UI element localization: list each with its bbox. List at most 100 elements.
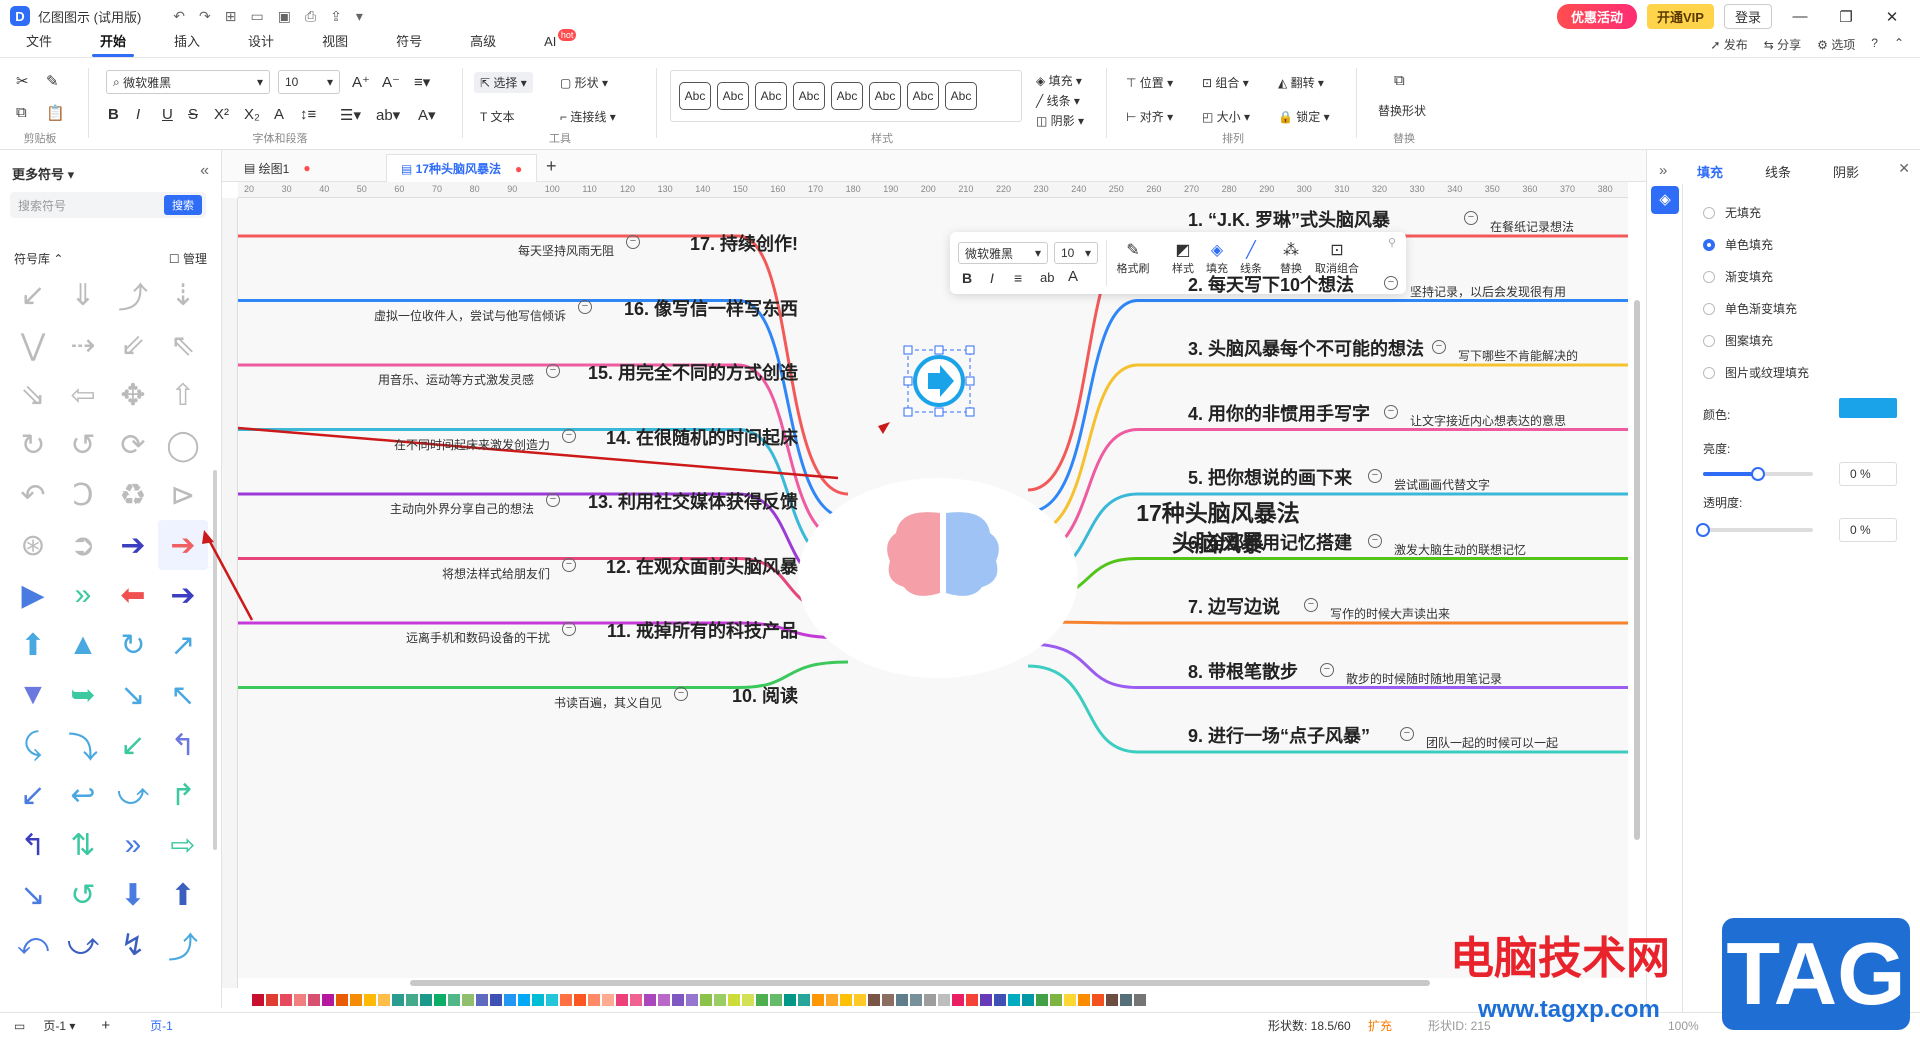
branch-note[interactable]: 将想法样式给朋友们 xyxy=(442,565,550,582)
triangle-down-symbol-icon[interactable]: ▼ xyxy=(8,670,58,720)
color-swatch[interactable] xyxy=(1036,994,1048,1006)
menu-view[interactable]: 视图 xyxy=(298,31,372,57)
arrow-symbol-icon[interactable]: ⇖ xyxy=(158,320,208,370)
color-swatch[interactable] xyxy=(406,994,418,1006)
color-swatch[interactable] xyxy=(560,994,572,1006)
color-swatch[interactable] xyxy=(896,994,908,1006)
select-tool[interactable]: ⇱ 选择 ▾ xyxy=(474,72,533,93)
new-file-icon[interactable]: ⊞ xyxy=(225,8,237,25)
turn-arrow-symbol-icon[interactable]: ↰ xyxy=(8,820,58,870)
brightness-knob[interactable] xyxy=(1751,467,1765,481)
publish-button[interactable]: ➚ 发布 xyxy=(1710,36,1747,53)
resize-handle[interactable] xyxy=(934,407,944,417)
branch-note[interactable]: 散步的时候随时随地用笔记录 xyxy=(1346,670,1502,687)
resize-handle[interactable] xyxy=(934,345,944,355)
canvas-horizontal-scrollbar[interactable] xyxy=(410,980,1430,986)
color-swatch[interactable] xyxy=(952,994,964,1006)
color-swatch[interactable] xyxy=(742,994,754,1006)
play-circle-symbol-icon[interactable]: ▶ xyxy=(8,570,58,620)
expand-link[interactable]: 扩充 xyxy=(1368,1017,1392,1034)
collapse-ribbon-icon[interactable]: ⌃ xyxy=(1894,36,1904,53)
curve-arrow-symbol-icon[interactable]: ↩ xyxy=(58,770,108,820)
curve-arrow-symbol-icon[interactable]: ↰ xyxy=(158,720,208,770)
replace-shape-button[interactable]: 替换形状 xyxy=(1378,102,1426,119)
arrow-left-symbol-icon[interactable]: ⬅ xyxy=(108,570,158,620)
curve-arrow-symbol-icon[interactable]: ↙ xyxy=(108,720,158,770)
pin-icon[interactable]: ⚲ xyxy=(1388,236,1396,249)
arrow-symbol-icon[interactable]: ⇧ xyxy=(158,370,208,420)
float-italic-icon[interactable]: I xyxy=(990,270,994,286)
tab-line[interactable]: 线条 xyxy=(1765,162,1791,181)
color-swatch[interactable] xyxy=(1092,994,1104,1006)
restore-icon[interactable]: ❐ xyxy=(1828,8,1864,26)
color-swatch[interactable] xyxy=(826,994,838,1006)
arrow-symbol-icon[interactable]: ↙ xyxy=(8,270,58,320)
size-button[interactable]: ◰ 大小 ▾ xyxy=(1202,108,1250,125)
color-swatch[interactable] xyxy=(812,994,824,1006)
branch-topic[interactable]: 14. 在很随机的时间起床 xyxy=(606,424,798,450)
color-swatch[interactable] xyxy=(1134,994,1146,1006)
close-icon[interactable]: ✕ xyxy=(1874,8,1910,26)
collapse-minus-icon[interactable]: − xyxy=(562,622,576,636)
page-list-icon[interactable]: ▭ xyxy=(14,1019,25,1033)
color-swatch[interactable] xyxy=(308,994,320,1006)
color-swatch[interactable] xyxy=(1120,994,1132,1006)
curve-arrow-symbol-icon[interactable]: ⤻ xyxy=(108,770,158,820)
color-swatch[interactable] xyxy=(1008,994,1020,1006)
brightness-input[interactable]: 0 % xyxy=(1839,462,1897,486)
vip-button[interactable]: 开通VIP xyxy=(1647,4,1714,29)
arrow-symbol-icon[interactable]: ↶ xyxy=(8,470,58,520)
color-swatch[interactable] xyxy=(518,994,530,1006)
option-gradient-fill[interactable]: 渐变填充 xyxy=(1703,268,1773,285)
connector-tool[interactable]: ⌐ 连接线 ▾ xyxy=(560,108,616,125)
curve-arrow-symbol-icon[interactable]: ⤻ xyxy=(58,920,108,970)
recycle-symbol-icon[interactable]: ♻ xyxy=(108,470,158,520)
arrow-symbol-icon[interactable]: ➔ xyxy=(108,520,158,570)
arrow-symbol-icon[interactable]: ⟳ xyxy=(108,420,158,470)
branch-topic[interactable]: 7. 边写边说 xyxy=(1188,593,1280,619)
undo-icon[interactable]: ↶ xyxy=(173,8,185,25)
branch-note[interactable]: 写作的时候大声读出来 xyxy=(1330,605,1450,622)
color-swatch[interactable] xyxy=(1064,994,1076,1006)
branch-note[interactable]: 主动向外界分享自己的想法 xyxy=(390,500,534,517)
color-swatch[interactable] xyxy=(616,994,628,1006)
open-folder-icon[interactable]: ▭ xyxy=(250,8,263,25)
superscript-icon[interactable]: X² xyxy=(214,106,229,123)
branch-topic[interactable]: 2. 每天写下10个想法 xyxy=(1188,271,1354,297)
collapse-minus-icon[interactable]: − xyxy=(674,686,688,701)
arrow-symbol-icon[interactable]: ⇣ xyxy=(158,270,208,320)
group-button[interactable]: ⊡ 组合 ▾ xyxy=(1202,74,1249,91)
collapse-panel-icon[interactable]: « xyxy=(200,162,209,180)
arrow-symbol-icon[interactable]: ⤴ xyxy=(108,270,158,320)
text-tool[interactable]: T 文本 xyxy=(480,108,514,125)
style-preset[interactable]: Abc xyxy=(679,82,711,110)
branch-topic[interactable]: 12. 在观众面前头脑风暴 xyxy=(606,553,798,579)
login-button[interactable]: 登录 xyxy=(1723,4,1772,29)
float-size-select[interactable]: 10 ▾ xyxy=(1054,242,1098,264)
redo-icon[interactable]: ↷ xyxy=(199,8,211,25)
menu-design[interactable]: 设计 xyxy=(224,31,298,57)
color-swatch[interactable] xyxy=(392,994,404,1006)
color-swatch[interactable] xyxy=(364,994,376,1006)
play-symbol-icon[interactable]: ⊳ xyxy=(158,470,208,520)
expand-panel-icon[interactable]: » xyxy=(1659,162,1667,179)
branch-topic[interactable]: 1. “J.K. 罗琳”式头脑风暴 xyxy=(1188,206,1390,232)
minimize-icon[interactable]: — xyxy=(1782,8,1818,25)
color-swatch[interactable] xyxy=(938,994,950,1006)
triangle-up-symbol-icon[interactable]: ▲ xyxy=(58,620,108,670)
branch-topic[interactable]: 8. 带根笔散步 xyxy=(1188,658,1298,684)
close-panel-icon[interactable]: ✕ xyxy=(1898,160,1910,177)
lock-button[interactable]: 🔒 锁定 ▾ xyxy=(1278,108,1330,125)
symbol-search-input[interactable]: 搜索符号 搜索 xyxy=(10,192,206,218)
style-preset[interactable]: Abc xyxy=(793,82,825,110)
color-swatch[interactable] xyxy=(490,994,502,1006)
italic-icon[interactable]: I xyxy=(136,106,140,123)
circle-arrow-symbol-icon[interactable]: ↺ xyxy=(58,870,108,920)
resize-handle[interactable] xyxy=(903,376,913,386)
down-arrow-symbol-icon[interactable]: ⬇ xyxy=(108,870,158,920)
collapse-minus-icon[interactable]: − xyxy=(626,235,640,249)
save-icon[interactable]: ▣ xyxy=(278,8,291,25)
branch-note[interactable]: 在不同时间起床来激发创造力 xyxy=(394,436,550,453)
style-preset[interactable]: Abc xyxy=(907,82,939,110)
opacity-knob[interactable] xyxy=(1696,523,1710,537)
